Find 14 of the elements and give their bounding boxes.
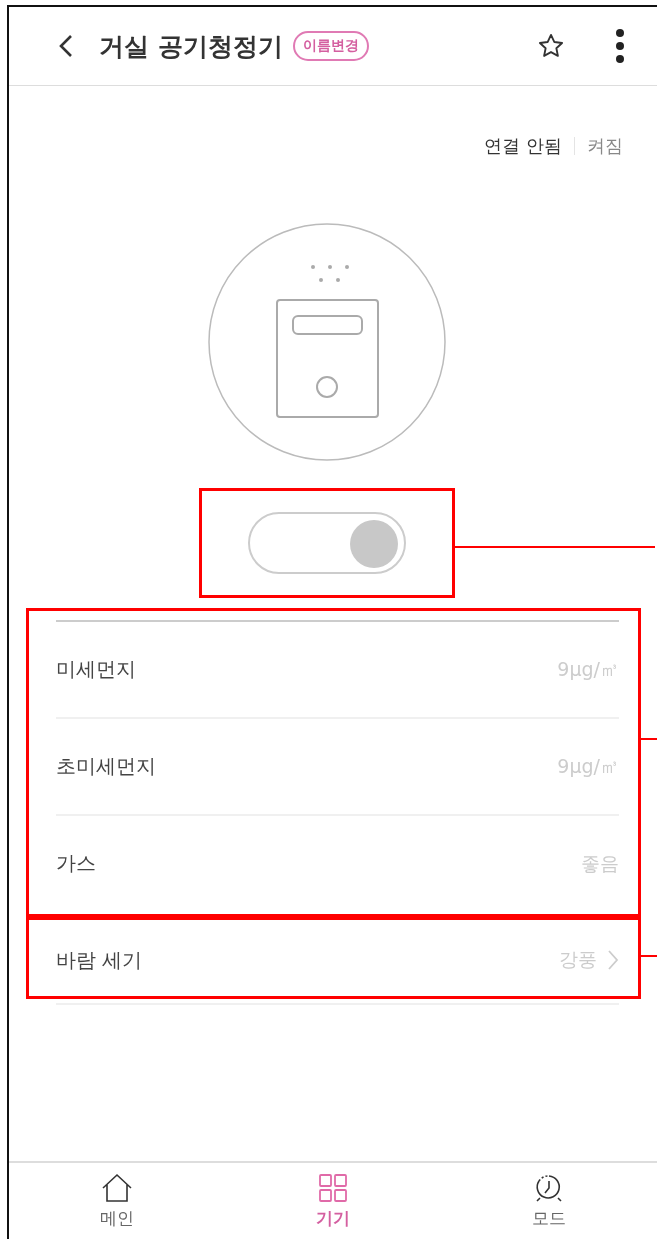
grid-icon xyxy=(318,1173,348,1203)
back-button[interactable] xyxy=(57,33,75,59)
clock-icon xyxy=(534,1173,564,1203)
rename-button[interactable]: 이름변경 xyxy=(292,31,369,61)
reading-label: 초미세먼지 xyxy=(56,753,156,780)
more-icon[interactable] xyxy=(615,28,625,64)
chevron-right-icon xyxy=(607,949,619,971)
reading-label: 가스 xyxy=(56,850,96,877)
reading-label: 미세먼지 xyxy=(56,656,136,683)
home-icon xyxy=(100,1173,134,1203)
device-title: 거실 공기청정기 xyxy=(99,30,283,63)
power-status: 켜짐 xyxy=(587,134,623,158)
star-icon[interactable] xyxy=(537,32,565,60)
connection-status: 연결 안됨 xyxy=(484,134,562,158)
